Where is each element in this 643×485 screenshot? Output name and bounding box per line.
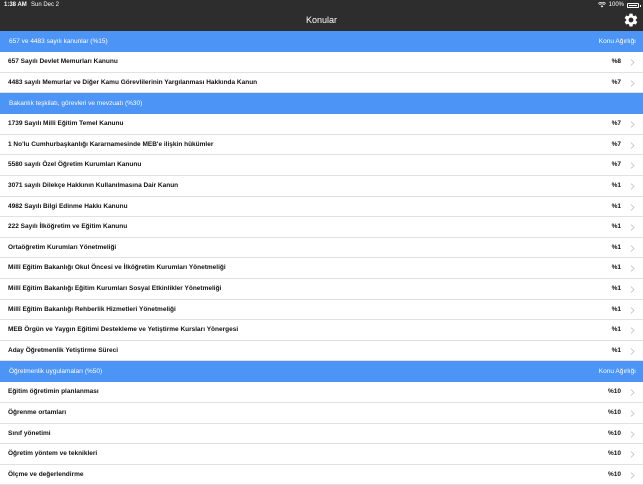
topic-label: 1739 Sayılı Milli Eğitim Temel Kanunu [8,120,124,128]
chevron-right-icon [630,451,635,458]
section-title: 657 ve 4483 sayılı kanunlar (%15) [9,38,108,45]
topic-weight: %10 [607,388,621,396]
status-bar: 1:38 AM Sun Dec 2 100% [0,0,643,10]
list-item[interactable]: Ortaöğretim Kurumları Yönetmeliği %1 [0,237,643,259]
status-time: 1:38 AM [4,2,27,8]
list-item[interactable]: Öğrenme ortamları %10 [0,402,643,424]
topic-label: Millî Eğitim Bakanlığı Rehberlik Hizmetl… [8,305,176,313]
topic-label: 4982 Sayılı Bilgi Edinme Hakkı Kanunu [8,202,128,210]
gear-icon[interactable] [623,12,639,28]
topic-label: Öğretim yöntem ve teknikleri [8,450,98,458]
topic-weight: %10 [607,408,621,416]
chevron-right-icon [630,183,635,190]
topic-label: 1 No'lu Cumhurbaşkanlığı Kararnamesinde … [8,140,214,148]
topic-label: Millî Eğitim Bakanlığı Okul Öncesi ve İl… [8,264,226,272]
list-item[interactable]: 222 Sayılı İlköğretim ve Eğitim Kanunu %1 [0,217,643,238]
topic-weight: %7 [611,161,621,169]
section-header: Öğretmenlik uygulamaları (%50) Konu Ağır… [0,361,643,383]
chevron-right-icon [630,306,635,314]
chevron-right-icon [630,265,635,273]
chevron-right-icon [630,59,635,66]
topic-label: Millî Eğitim Bakanlığı Eğitim Kurumları … [8,284,222,292]
status-right: 100% [597,0,641,10]
topic-weight: %1 [611,264,621,272]
topic-label: 657 Sayılı Devlet Memurları Kanunu [8,58,118,65]
section-weight-label: Konu Ağırlığı [598,38,636,45]
list-item[interactable]: 1 No'lu Cumhurbaşkanlığı Kararnamesinde … [0,134,643,156]
navigation-bar: Konular [0,10,643,31]
wifi-icon [597,2,606,8]
battery-icon [627,2,641,8]
chevron-right-icon [630,203,635,211]
topic-weight: %1 [611,202,621,210]
list-item[interactable]: Millî Eğitim Bakanlığı Okul Öncesi ve İl… [0,258,643,279]
topic-weight: %7 [611,78,621,86]
status-date: Sun Dec 2 [31,2,60,8]
topic-weight: %10 [607,429,621,437]
list-item[interactable]: 657 Sayılı Devlet Memurları Kanunu %8 [0,52,643,73]
chevron-right-icon [630,162,635,170]
list-item[interactable]: Millî Eğitim Bakanlığı Eğitim Kurumları … [0,278,643,300]
topic-weight: %1 [611,181,621,189]
topic-label: 222 Sayılı İlköğretim ve Eğitim Kanunu [8,223,128,231]
topic-weight: %1 [611,243,621,251]
list-item[interactable]: Aday Öğretmenlik Yetiştirme Süreci %1 [0,340,643,362]
chevron-right-icon [630,327,635,334]
chevron-right-icon [630,141,635,149]
chevron-right-icon [630,121,635,128]
topic-label: 3071 sayılı Dilekçe Hakkının Kullanılmas… [8,181,179,189]
topic-weight: %1 [611,223,621,231]
list-item[interactable]: Öğretim yöntem ve teknikleri %10 [0,444,643,465]
chevron-right-icon [630,347,635,355]
list-item[interactable]: Eğitim öğretimin planlanması %10 [0,382,643,403]
topics-list: 657 ve 4483 sayılı kanunlar (%15) Konu A… [0,31,643,485]
topic-label: Öğrenme ortamları [8,408,67,416]
chevron-right-icon [630,471,635,479]
list-item[interactable]: 1739 Sayılı Milli Eğitim Temel Kanunu %7 [0,114,643,135]
list-item[interactable]: Sınıf yönetimi %10 [0,423,643,445]
list-item[interactable]: 5580 sayılı Özel Öğretim Kurumları Kanun… [0,155,643,176]
topic-label: Aday Öğretmenlik Yetiştirme Süreci [8,346,119,354]
topic-weight: %1 [611,305,621,313]
section-title: Bakanlık teşkilatı, görevleri ve mevzuat… [9,100,143,108]
section-header: Bakanlık teşkilatı, görevleri ve mevzuat… [0,93,643,115]
topic-weight: %7 [611,140,621,148]
section-header: 657 ve 4483 sayılı kanunlar (%15) Konu A… [0,31,643,52]
list-item[interactable]: 4483 sayılı Memurlar ve Diğer Kamu Görev… [0,72,643,94]
topic-weight: %10 [607,450,621,458]
list-item[interactable]: 3071 sayılı Dilekçe Hakkının Kullanılmas… [0,175,643,197]
battery-percent: 100% [608,2,624,8]
topic-weight: %8 [611,58,621,65]
page-title: Konular [305,15,338,25]
chevron-right-icon [630,430,635,438]
topic-weight: %7 [611,120,621,128]
topic-label: 4483 sayılı Memurlar ve Diğer Kamu Görev… [8,78,258,86]
topic-label: Ortaöğretim Kurumları Yönetmeliği [8,243,117,251]
list-item[interactable]: MEB Örgün ve Yaygın Eğitimi Destekleme v… [0,320,643,341]
topic-weight: %1 [611,346,621,354]
section-weight-label: Konu Ağırlığı [598,368,636,376]
topic-weight: %1 [611,326,621,334]
chevron-right-icon [630,389,635,397]
list-item[interactable]: 4982 Sayılı Bilgi Edinme Hakkı Kanunu %1 [0,196,643,218]
topic-label: Sınıf yönetimi [8,429,51,437]
topic-weight: %1 [611,284,621,292]
chevron-right-icon [630,79,635,87]
section-title: Öğretmenlik uygulamaları (%50) [9,368,103,376]
list-item[interactable]: Millî Eğitim Bakanlığı Rehberlik Hizmetl… [0,299,643,321]
topic-label: Eğitim öğretimin planlanması [8,388,99,396]
chevron-right-icon [630,244,635,252]
chevron-right-icon [630,286,635,293]
chevron-right-icon [630,224,635,231]
chevron-right-icon [630,410,635,417]
topic-label: MEB Örgün ve Yaygın Eğitimi Destekleme v… [8,326,239,334]
topic-label: 5580 sayılı Özel Öğretim Kurumları Kanun… [8,161,142,169]
